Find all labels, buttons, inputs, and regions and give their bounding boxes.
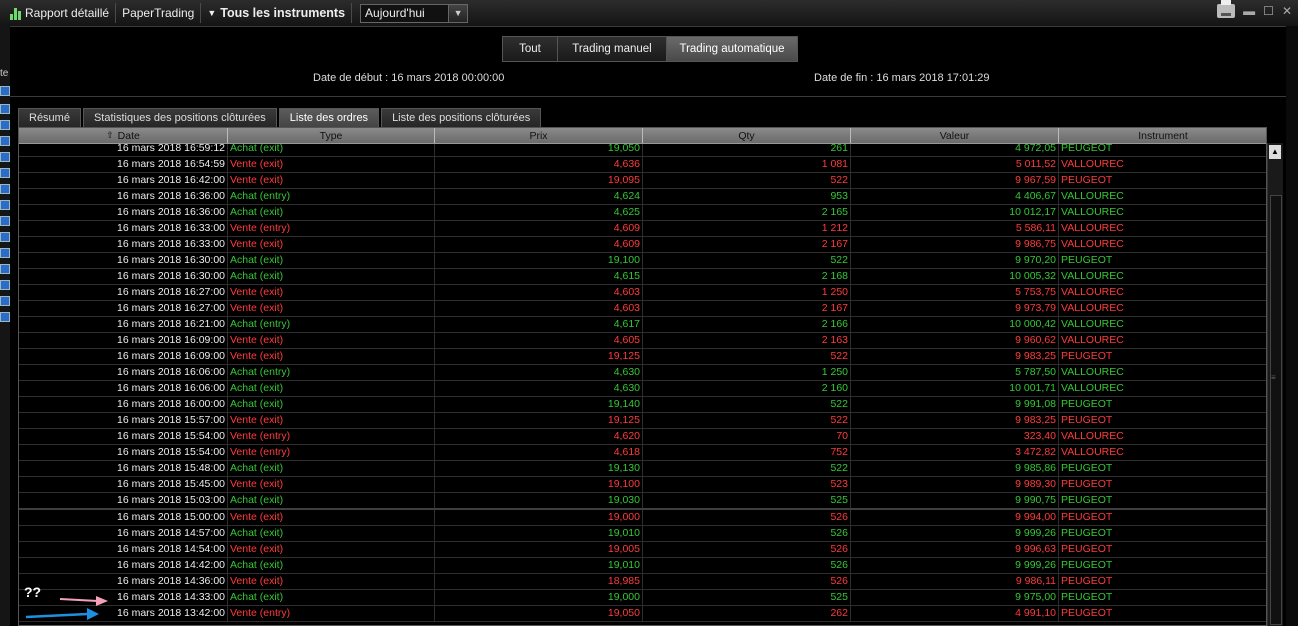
blue-arrow-icon: [25, 608, 99, 620]
annotation-arrows: [25, 596, 108, 620]
pink-arrow-icon: [59, 596, 108, 606]
